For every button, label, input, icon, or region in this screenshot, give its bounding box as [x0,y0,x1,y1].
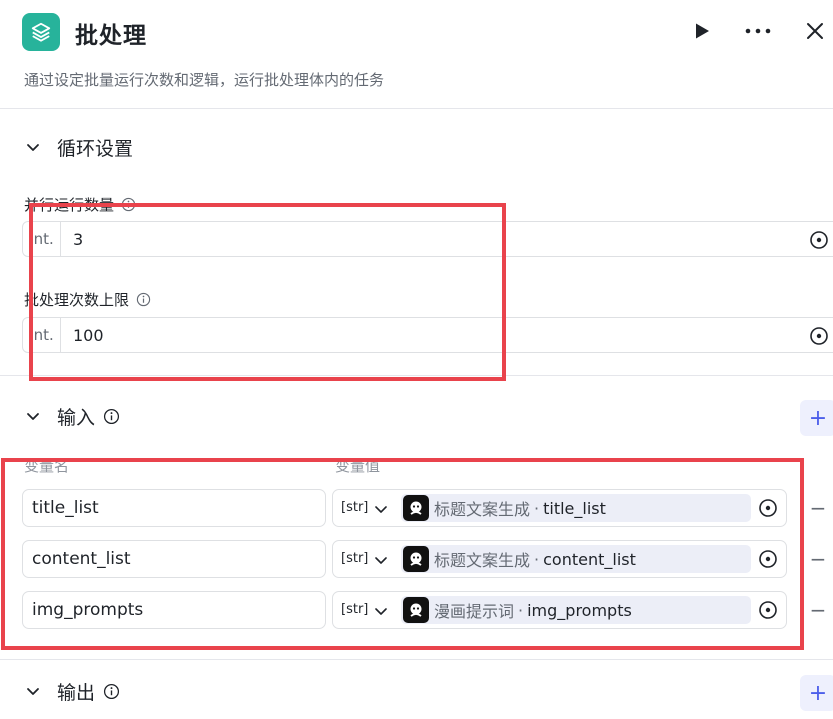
chevron-down-icon [27,688,39,695]
column-header-value: 变量值 [335,457,381,475]
variable-reference-chip[interactable]: 标题文案生成 · title_list [401,494,751,522]
output-section-title: 输出 [57,681,96,704]
variable-name-input[interactable]: img_prompts [22,591,326,629]
variable-ref-icon[interactable] [809,230,829,250]
chevron-down-icon[interactable] [373,603,389,619]
ref-separator: · [518,600,524,620]
info-icon[interactable] [121,197,136,212]
node-avatar-icon [403,495,429,521]
parallel-count-label: 并行运行数量 [24,194,136,215]
chevron-down-icon [27,413,39,420]
list-str-type-tag: [str] [341,602,369,617]
node-name: 标题文案生成 [434,551,531,570]
more-button[interactable] [743,16,773,46]
info-icon[interactable] [136,292,151,307]
remove-row-button[interactable]: − [806,493,830,523]
ref-variable: img_prompts [527,600,632,620]
variable-value-field[interactable]: [str] 标题文案生成 · content_list [332,540,787,578]
variable-reference-chip[interactable]: 标题文案生成 · content_list [401,545,751,573]
input-row: img_prompts [str] 漫画提示词 · img_prompts − [0,591,833,629]
node-name: 漫画提示词 [434,602,515,621]
list-str-type-tag: [str] [341,500,369,515]
input-row: title_list [str] 标题文案生成 · title_list − [0,489,833,527]
variable-ref-icon[interactable] [758,498,778,518]
divider [0,659,833,660]
int-type-tag: Int. [23,318,61,352]
info-icon[interactable] [103,408,120,425]
add-input-button[interactable]: + [800,400,833,436]
ref-variable: title_list [543,498,606,518]
parallel-count-input[interactable]: Int. 3 [22,221,833,257]
variable-name-input[interactable]: content_list [22,540,326,578]
close-button[interactable] [800,16,830,46]
variable-name-input[interactable]: title_list [22,489,326,527]
play-icon [696,23,709,39]
divider [0,108,833,109]
add-output-button[interactable]: + [800,675,833,711]
batch-limit-value[interactable]: 100 [61,326,833,345]
loop-section-title: 循环设置 [57,137,134,160]
loop-section-toggle[interactable]: 循环设置 [24,132,133,162]
close-icon [807,23,823,39]
variable-value-field[interactable]: [str] 标题文案生成 · title_list [332,489,787,527]
parallel-count-label-text: 并行运行数量 [24,196,115,214]
input-section-title: 输入 [57,406,96,429]
chevron-down-icon[interactable] [373,552,389,568]
remove-row-button[interactable]: − [806,544,830,574]
remove-row-button[interactable]: − [806,595,830,625]
parallel-count-value[interactable]: 3 [61,230,833,249]
ref-separator: · [534,498,540,518]
int-type-tag: Int. [23,222,61,256]
variable-reference-chip[interactable]: 漫画提示词 · img_prompts [401,596,751,624]
ref-separator: · [534,549,540,569]
variable-ref-icon[interactable] [758,600,778,620]
batch-limit-label: 批处理次数上限 [24,289,151,310]
variable-ref-icon[interactable] [758,549,778,569]
layers-icon [22,13,60,51]
node-avatar-icon [403,546,429,572]
node-name: 标题文案生成 [434,500,531,519]
node-avatar-icon [403,597,429,623]
panel-header: 批处理 [0,0,833,62]
variable-value-field[interactable]: [str] 漫画提示词 · img_prompts [332,591,787,629]
plus-icon: + [808,680,828,706]
ref-variable: content_list [543,549,636,569]
page-title: 批处理 [75,23,147,49]
chevron-down-icon[interactable] [373,501,389,517]
batch-limit-label-text: 批处理次数上限 [24,291,130,309]
info-icon[interactable] [103,683,120,700]
run-button[interactable] [687,16,717,46]
plus-icon: + [808,405,828,431]
chevron-down-icon [27,144,39,151]
more-dots-icon [745,28,771,34]
variable-ref-icon[interactable] [809,326,829,346]
column-header-name: 变量名 [24,457,70,475]
panel-description: 通过设定批量运行次数和逻辑，运行批处理体内的任务 [24,71,385,89]
batch-limit-input[interactable]: Int. 100 [22,317,833,353]
list-str-type-tag: [str] [341,551,369,566]
input-row: content_list [str] 标题文案生成 · content_list… [0,540,833,578]
input-section-toggle[interactable]: 输入 [24,401,120,431]
divider [0,375,833,376]
output-section-toggle[interactable]: 输出 [24,676,120,706]
